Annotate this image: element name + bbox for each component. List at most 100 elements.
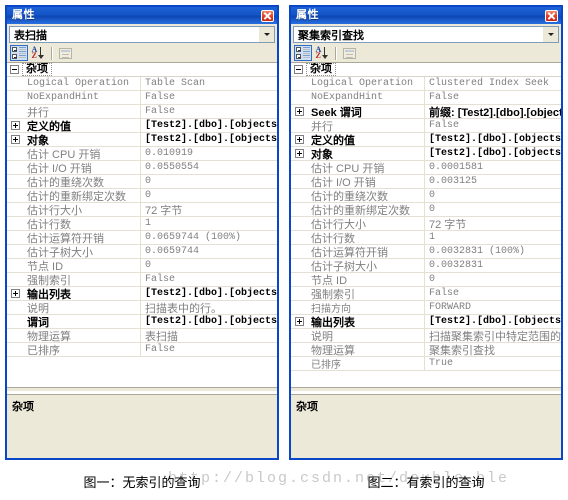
property-value[interactable]: False (141, 273, 277, 286)
table-row[interactable]: 定义的值[Test2].[dbo].[objects].own (291, 133, 561, 147)
expand-icon[interactable] (10, 121, 20, 130)
property-value[interactable]: Clustered Index Seek (425, 77, 561, 90)
table-row[interactable]: 扫描方向 FORWARD (291, 301, 561, 315)
property-value[interactable]: 0.0032831 (425, 259, 561, 272)
table-row[interactable]: 估计的重新绑定次数 0 (7, 189, 277, 203)
object-combobox[interactable]: 表扫描 (9, 26, 275, 43)
property-value[interactable]: 0.0001581 (425, 161, 561, 174)
row-gutter[interactable] (291, 147, 307, 160)
property-value[interactable]: False (425, 287, 561, 300)
table-row[interactable]: 已排序 True (291, 357, 561, 371)
categorized-view-button[interactable] (10, 45, 28, 61)
collapse-icon[interactable] (294, 65, 303, 74)
property-grid[interactable]: 杂项 Logical Operation Table Scan NoExpandHi… (7, 63, 277, 387)
property-value[interactable]: Table Scan (141, 77, 277, 90)
expand-icon[interactable] (294, 317, 304, 326)
table-row[interactable]: 估计的重绕次数 0 (291, 189, 561, 203)
expand-icon[interactable] (294, 149, 304, 158)
property-value[interactable]: True (425, 357, 561, 370)
expand-icon[interactable] (294, 107, 304, 116)
property-value[interactable]: 0.010919 (141, 147, 277, 160)
table-row[interactable]: 估计行数 1 (291, 231, 561, 245)
row-gutter[interactable] (291, 105, 307, 118)
property-value[interactable]: 表扫描 (141, 329, 277, 343)
property-value[interactable]: 0 (141, 259, 277, 272)
property-value[interactable]: [Test2].[dbo].[objects].[ob (141, 315, 277, 328)
property-value[interactable]: 前缀: [Test2].[dbo].[object (425, 105, 561, 119)
collapse-icon[interactable] (10, 65, 19, 74)
table-row[interactable]: 已排序 False (7, 343, 277, 357)
row-gutter[interactable] (7, 133, 23, 146)
table-row[interactable]: 估计 I/O 开销 0.0550554 (7, 161, 277, 175)
property-value[interactable]: 1 (425, 231, 561, 244)
property-pages-button[interactable] (340, 45, 358, 61)
alphabetical-sort-button[interactable]: AZ (313, 45, 331, 61)
property-value[interactable]: 聚集索引查找 (425, 343, 561, 357)
category-row[interactable]: 杂项 (7, 63, 277, 77)
property-value[interactable]: FORWARD (425, 301, 561, 314)
row-gutter[interactable] (7, 119, 23, 132)
table-row[interactable]: 输出列表[Test2].[dbo].[objects].own (7, 287, 277, 301)
table-row[interactable]: Logical Operation Table Scan (7, 77, 277, 91)
property-value[interactable]: 1 (141, 217, 277, 230)
categorized-view-button[interactable] (294, 45, 312, 61)
property-value[interactable]: 扫描表中的行。 (141, 301, 277, 315)
chevron-down-icon[interactable] (258, 27, 274, 42)
property-value[interactable]: False (425, 91, 561, 104)
property-value[interactable]: 0 (425, 203, 561, 216)
table-row[interactable]: 估计的重绕次数 0 (7, 175, 277, 189)
row-gutter[interactable] (291, 133, 307, 146)
table-row[interactable]: 估计运算符开销 0.0032831 (100%) (291, 245, 561, 259)
category-row[interactable]: 杂项 (291, 63, 561, 77)
property-value[interactable]: 0 (425, 273, 561, 286)
table-row[interactable]: 节点 ID 0 (291, 273, 561, 287)
table-row[interactable]: 估计 I/O 开销 0.003125 (291, 175, 561, 189)
table-row[interactable]: 输出列表[Test2].[dbo].[objects].own (291, 315, 561, 329)
row-gutter[interactable] (291, 315, 307, 328)
close-icon[interactable] (545, 9, 558, 22)
property-value[interactable]: [Test2].[dbo].[objects].own (141, 287, 277, 300)
table-row[interactable]: 强制索引 False (291, 287, 561, 301)
table-row[interactable]: 节点 ID 0 (7, 259, 277, 273)
table-row[interactable]: 估计的重新绑定次数 0 (291, 203, 561, 217)
table-row[interactable]: 并行 False (7, 105, 277, 119)
table-row[interactable]: 估计行大小 72 字节 (7, 203, 277, 217)
table-row[interactable]: 估计行数 1 (7, 217, 277, 231)
table-row[interactable]: NoExpandHint False (7, 91, 277, 105)
expand-icon[interactable] (294, 135, 304, 144)
table-row[interactable]: 强制索引 False (7, 273, 277, 287)
table-row[interactable]: 谓词[Test2].[dbo].[objects].[ob (7, 315, 277, 329)
chevron-down-icon[interactable] (542, 27, 558, 42)
property-value[interactable]: 0.003125 (425, 175, 561, 188)
property-value[interactable]: False (425, 119, 561, 132)
table-row[interactable]: Logical Operation Clustered Index Seek (291, 77, 561, 91)
property-value[interactable]: 0 (425, 189, 561, 202)
object-combobox[interactable]: 聚集索引查找 (293, 26, 559, 43)
table-row[interactable]: 估计子树大小 0.0032831 (291, 259, 561, 273)
table-row[interactable]: 估计 CPU 开销 0.0001581 (291, 161, 561, 175)
table-row[interactable]: 说明扫描聚集索引中特定范围的行。 (291, 329, 561, 343)
property-value[interactable]: [Test2].[dbo].[objects].own (425, 133, 561, 146)
property-value[interactable]: 72 字节 (141, 203, 277, 217)
property-value[interactable]: 扫描聚集索引中特定范围的行。 (425, 329, 561, 343)
property-value[interactable]: [Test2].[dbo].[objects].own (141, 119, 277, 132)
table-row[interactable]: Seek 谓词 前缀: [Test2].[dbo].[object (291, 105, 561, 119)
property-value[interactable]: 0.0550554 (141, 161, 277, 174)
table-row[interactable]: 物理运算 表扫描 (7, 329, 277, 343)
property-grid[interactable]: 杂项 Logical Operation Clustered Index Seek… (291, 63, 561, 387)
table-row[interactable]: 估计子树大小 0.0659744 (7, 245, 277, 259)
property-value[interactable]: False (141, 343, 277, 356)
alphabetical-sort-button[interactable]: AZ (29, 45, 47, 61)
property-value[interactable]: 0.0659744 (141, 245, 277, 258)
close-icon[interactable] (261, 9, 274, 22)
table-row[interactable]: 对象 [Test2].[dbo].[objects] (7, 133, 277, 147)
row-gutter[interactable] (7, 287, 23, 300)
property-value[interactable]: [Test2].[dbo].[objects].own (425, 315, 561, 328)
property-value[interactable]: 0.0032831 (100%) (425, 245, 561, 258)
table-row[interactable]: 并行 False (291, 119, 561, 133)
table-row[interactable]: 估计运算符开销 0.0659744 (100%) (7, 231, 277, 245)
property-value[interactable]: 72 字节 (425, 217, 561, 231)
table-row[interactable]: 估计行大小 72 字节 (291, 217, 561, 231)
table-row[interactable]: 说明 扫描表中的行。 (7, 301, 277, 315)
table-row[interactable]: 物理运算 聚集索引查找 (291, 343, 561, 357)
